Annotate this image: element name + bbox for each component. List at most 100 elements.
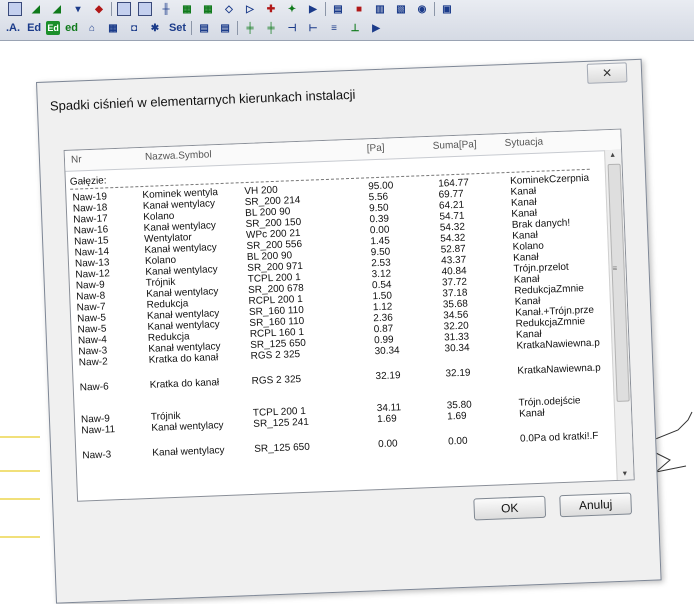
tool-icon[interactable]: ✚ <box>262 1 280 17</box>
cell-pa: 1.69 <box>377 413 397 426</box>
tool-icon[interactable]: ⊢ <box>304 20 322 36</box>
cell-pa: 0.00 <box>377 438 398 451</box>
cell-suma: 32.19 <box>445 367 471 380</box>
cell-pa: 9.50 <box>370 246 391 259</box>
scroll-down-icon[interactable]: ▼ <box>621 471 628 478</box>
tool-icon[interactable]: ◢ <box>27 1 45 17</box>
cell-symbol: SR_125 650 <box>254 441 311 455</box>
cell-suma: 1.69 <box>446 410 467 423</box>
tool-ed-small-button[interactable]: ed <box>63 20 80 36</box>
cell-pa: 1.50 <box>372 290 393 303</box>
tool-icon[interactable]: ╫ <box>157 1 175 17</box>
table-row[interactable]: Naw-6 Kratka do kanał RGS 2 325 32.19 32.19 K… <box>74 362 612 395</box>
pressure-drop-dialog: Spadki ciśnień w elementarnych kierunkac… <box>36 58 662 604</box>
tool-icon[interactable] <box>136 1 154 17</box>
tool-icon[interactable]: ▦ <box>178 1 196 17</box>
tool-icon[interactable]: ▣ <box>438 1 456 17</box>
column-header-sum: Suma[Pa] <box>432 139 477 152</box>
tool-icon[interactable]: ≡ <box>325 20 343 36</box>
cell-pa: 0.00 <box>369 224 390 237</box>
drawing-line <box>0 536 40 538</box>
cell-nazwa: Kratka do kanał <box>148 352 219 366</box>
toolbar-row-1: ◢ ◢ ▾ ◆ ╫ ▦ ▦ ◇ ▷ ✚ ✦ ▶ ▤ ■ ▥ ▧ ◉ ▣ <box>6 0 456 18</box>
tool-icon[interactable]: ✦ <box>283 1 301 17</box>
dialog-title: Spadki ciśnień w elementarnych kierunkac… <box>49 86 356 114</box>
cell-nazwa: Kratka do kanał <box>149 377 220 391</box>
results-list[interactable]: Nr Nazwa.Symbol [Pa] Suma[Pa] Sytuacja G… <box>63 128 635 502</box>
ok-button[interactable]: OK <box>473 495 547 521</box>
cell-pa: 2.53 <box>371 257 391 270</box>
cell-pa: 9.50 <box>368 202 389 215</box>
tool-icon[interactable]: ▥ <box>371 1 389 17</box>
list-header: Nr Nazwa.Symbol [Pa] Suma[Pa] Sytuacja <box>64 129 622 172</box>
section-label: Gałęzie: <box>69 175 107 188</box>
cell-pa: 0.39 <box>369 213 390 226</box>
tool-ed-button[interactable]: Ed <box>25 20 43 36</box>
tool-icon[interactable]: ◢ <box>48 1 66 17</box>
tool-icon[interactable]: ▧ <box>392 1 410 17</box>
cell-pa: 0.87 <box>373 323 394 336</box>
toolbar-separator <box>237 21 239 35</box>
toolbar-separator <box>191 21 193 35</box>
toolbar: ◢ ◢ ▾ ◆ ╫ ▦ ▦ ◇ ▷ ✚ ✦ ▶ ▤ ■ ▥ ▧ ◉ ▣ .A. … <box>0 0 694 41</box>
drawing-line <box>0 498 40 500</box>
column-header-pa: [Pa] <box>366 142 385 155</box>
cell-sytuacja: 0.0Pa od kratki!.F <box>519 430 599 445</box>
tool-icon[interactable] <box>6 1 24 17</box>
tool-icon[interactable]: ▤ <box>195 20 213 36</box>
tool-icon[interactable]: ■ <box>350 1 368 17</box>
tool-icon[interactable]: ◇ <box>220 1 238 17</box>
tool-icon[interactable]: .A. <box>4 20 22 36</box>
rows-container: Naw-19 Kominek wentyla VH 200 95.00 164.77 Ko… <box>66 172 604 462</box>
column-header-name: Nazwa.Symbol <box>144 149 212 163</box>
cell-pa: 3.12 <box>371 268 392 281</box>
tool-icon[interactable]: ◆ <box>90 1 108 17</box>
tool-icon[interactable]: ╪ <box>262 20 280 36</box>
tool-icon[interactable]: ⌂ <box>83 20 101 36</box>
close-button[interactable]: ✕ <box>586 62 628 84</box>
cell-pa: 32.19 <box>375 370 401 383</box>
tool-icon[interactable]: ▶ <box>367 20 385 36</box>
tool-icon[interactable]: ▦ <box>199 1 217 17</box>
tool-icon[interactable]: ╪ <box>241 20 259 36</box>
cell-pa: 30.34 <box>374 345 400 358</box>
tool-icon[interactable]: ◘ <box>125 20 143 36</box>
tool-icon[interactable]: ▶ <box>304 1 322 17</box>
cell-nazwa: Kanał wentylacy <box>152 445 225 459</box>
scroll-up-icon[interactable]: ▲ <box>609 152 616 159</box>
toolbar-separator <box>434 2 435 16</box>
cell-nr: Naw-2 <box>78 356 108 369</box>
tool-icon[interactable]: ▦ <box>104 20 122 36</box>
tool-icon[interactable]: ⊥ <box>346 20 364 36</box>
tool-ed-filled-button[interactable]: Ed <box>46 21 61 35</box>
table-row[interactable]: Naw-3 Kanał wentylacy SR_125 650 0.00 0.00 0.… <box>76 430 614 463</box>
cell-pa: 1.45 <box>370 235 391 248</box>
cell-symbol: RGS 2 325 <box>251 374 302 387</box>
cancel-button[interactable]: Anuluj <box>559 492 633 518</box>
tool-icon[interactable]: ⊣ <box>283 20 301 36</box>
tool-icon[interactable]: ▾ <box>69 1 87 17</box>
toolbar-separator <box>111 2 112 16</box>
toolbar-row-2: .A. Ed Ed ed ⌂ ▦ ◘ ✱ Set ▤ ▤ ╪ ╪ ⊣ ⊢ ≡ ⊥… <box>4 19 385 37</box>
close-icon: ✕ <box>601 65 613 81</box>
tool-set-button[interactable]: Set <box>167 20 188 36</box>
cell-sytuacja: KratkaNawiewna.p <box>517 362 601 377</box>
cell-nr: Naw-6 <box>79 381 109 394</box>
tool-icon[interactable] <box>115 1 133 17</box>
tool-icon[interactable]: ✱ <box>146 20 164 36</box>
cell-sytuacja: KratkaNawiewna.p <box>516 337 601 352</box>
tool-icon[interactable]: ▤ <box>329 1 347 17</box>
drawing-line <box>0 470 40 472</box>
cell-nr: Naw-11 <box>81 424 116 437</box>
drawing-line <box>0 436 40 438</box>
cell-pa: 1.12 <box>372 301 393 314</box>
tool-icon[interactable]: ◉ <box>413 1 431 17</box>
tool-icon[interactable]: ▤ <box>216 20 234 36</box>
cell-suma: 30.34 <box>444 342 470 355</box>
tool-icon[interactable]: ▷ <box>241 1 259 17</box>
cell-pa: 0.99 <box>373 334 394 347</box>
cell-symbol: SR_125 241 <box>253 416 310 430</box>
cell-nazwa: Kanał wentylacy <box>151 420 224 434</box>
cell-nr: Naw-3 <box>82 449 112 462</box>
cell-pa: 5.56 <box>368 191 389 204</box>
